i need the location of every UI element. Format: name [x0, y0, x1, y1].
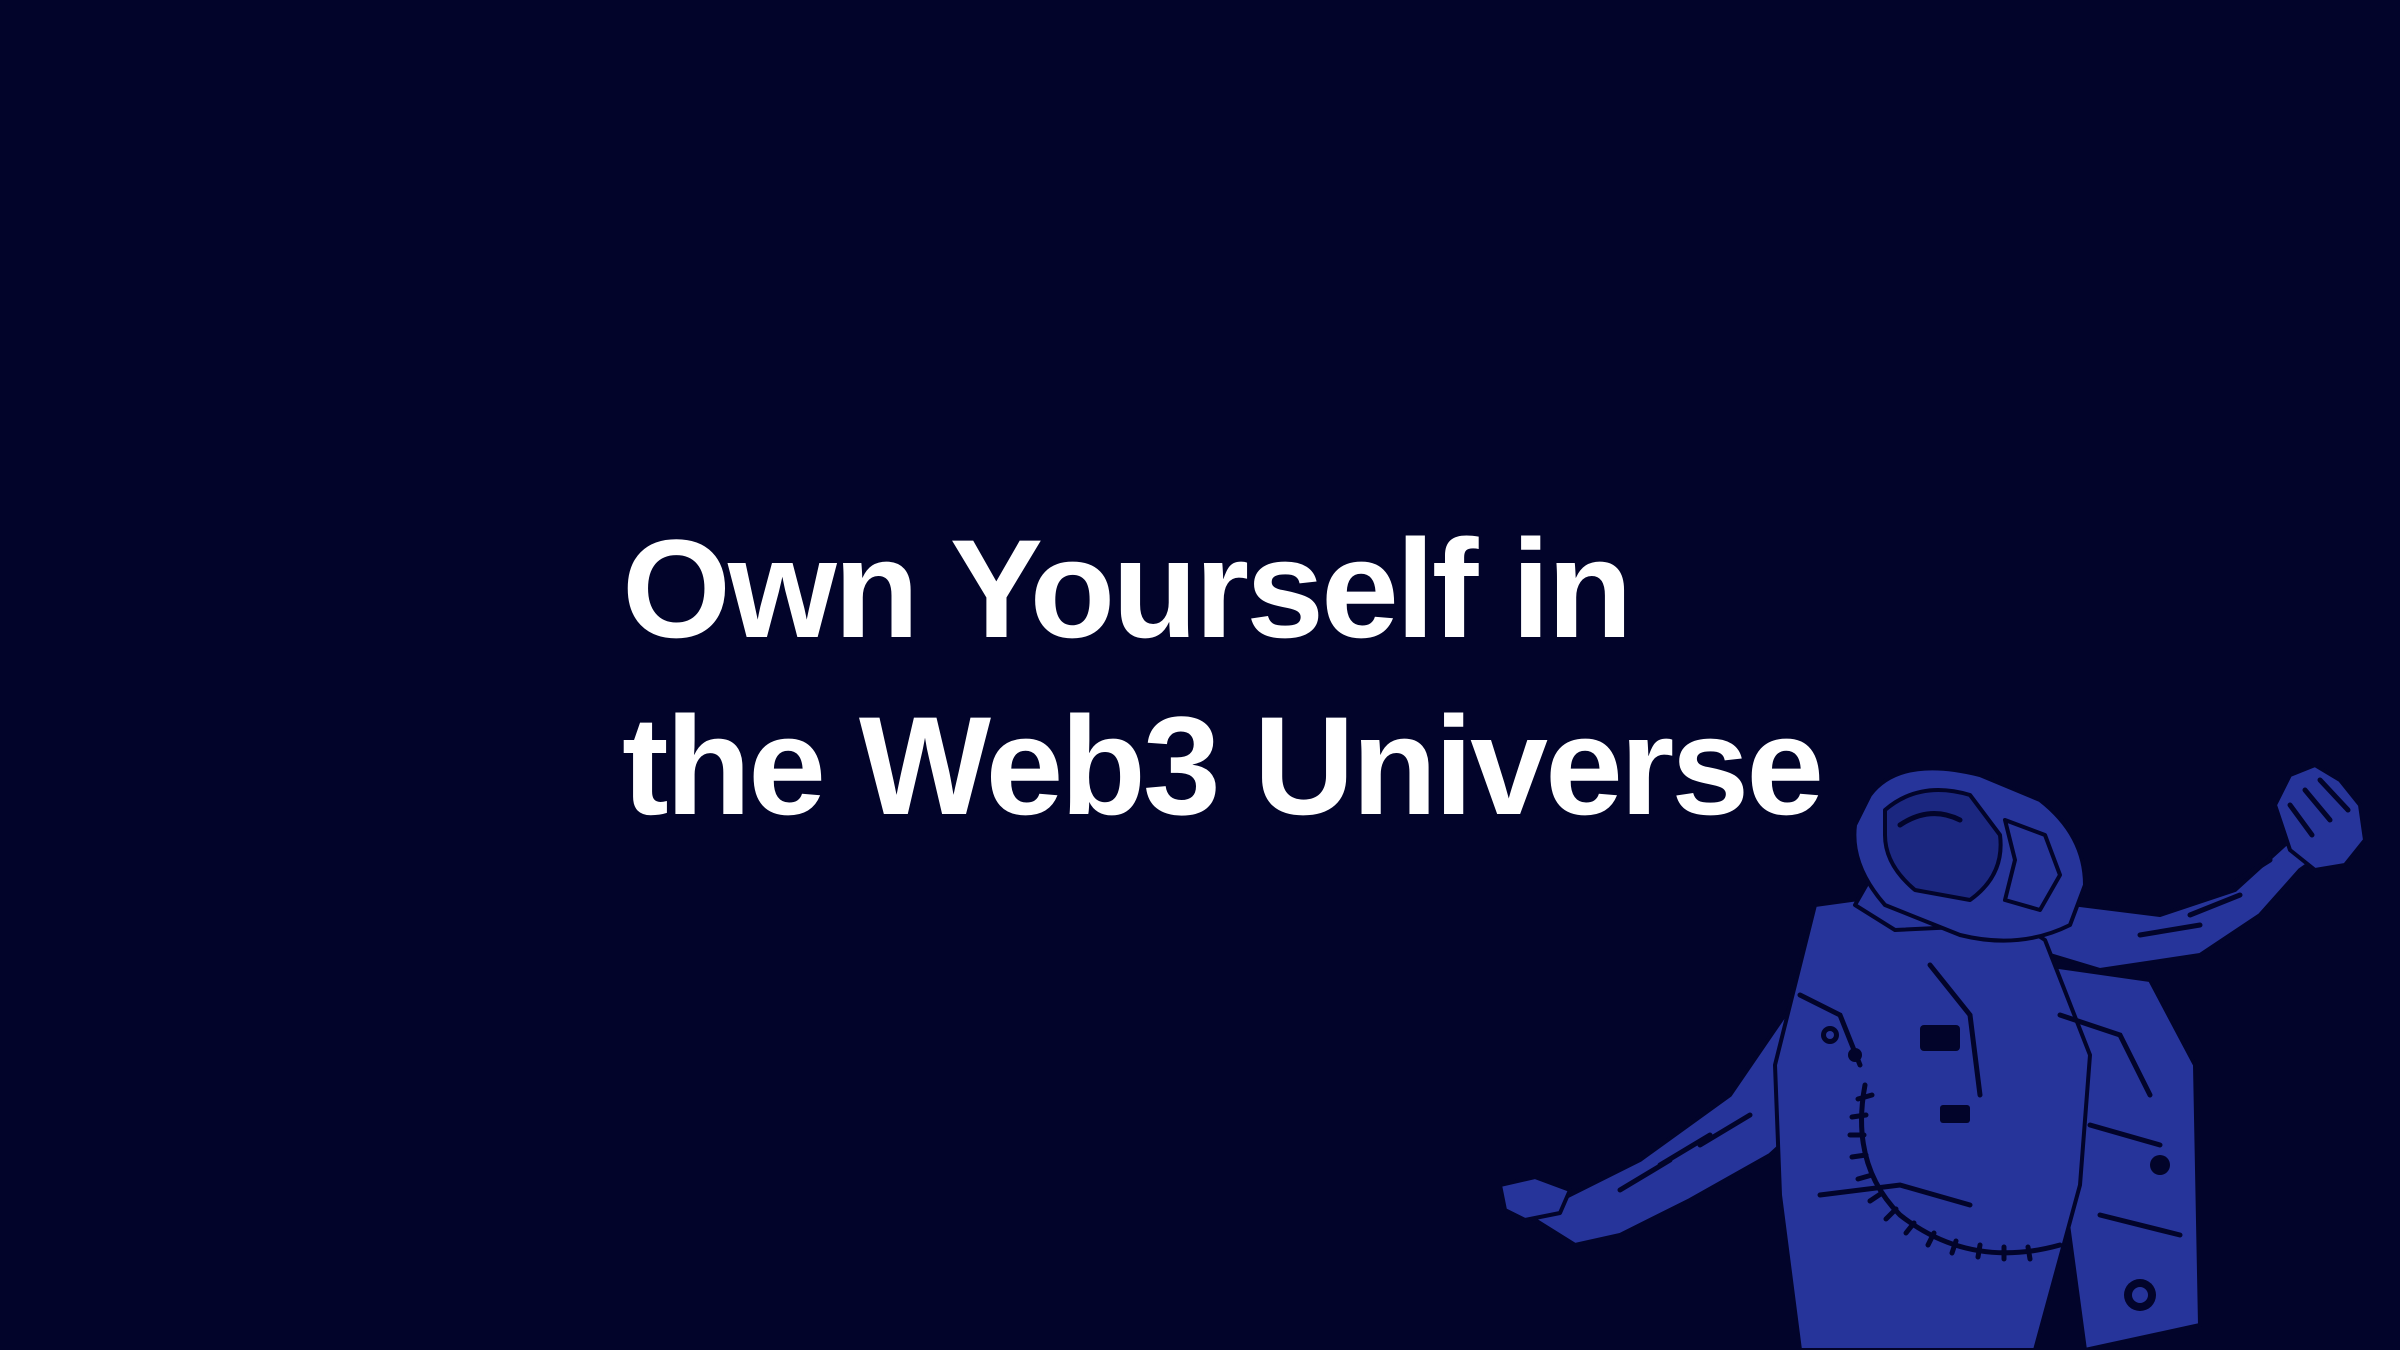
headline-line-1: Own Yourself in — [622, 510, 1633, 667]
torso-shape — [1773, 883, 2092, 1350]
backpack-dial-2 — [2150, 1155, 2170, 1175]
hero-banner: Own Yourself in the Web3 Universe — [0, 0, 2400, 1350]
left-hand-shape — [1500, 1175, 1572, 1222]
astronaut-illustration — [1500, 765, 2367, 1350]
chest-button-2 — [1848, 1048, 1862, 1062]
